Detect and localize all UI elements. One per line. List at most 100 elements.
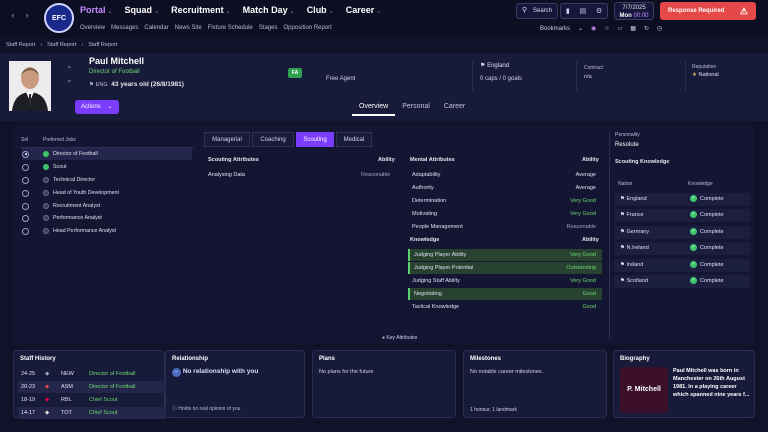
breadcrumb-item[interactable]: Staff Report (47, 42, 76, 48)
clock-icon[interactable]: ◷ (657, 25, 662, 32)
back-icon[interactable]: ‹ (6, 8, 20, 22)
nation-col-header: Nation (618, 181, 633, 187)
biography-title[interactable]: Biography (620, 356, 650, 362)
job-row-performance-analyst[interactable]: Performance Analyst (22, 212, 192, 224)
trophy-icon[interactable]: ☆ (604, 25, 609, 32)
nation-row[interactable]: ⚑ N.Ireland ✓ Complete (614, 242, 750, 255)
history-years: 20-23 (21, 384, 36, 390)
building-icon[interactable]: ▦ (630, 25, 636, 32)
date-display[interactable]: 7/7/2025 Mon 00:00 (614, 2, 654, 20)
job-row-head-performance-analyst[interactable]: Head Performance Analyst (22, 225, 192, 237)
menu-label: Club (306, 5, 327, 15)
response-required-button[interactable]: Response Required ⚠ (660, 2, 756, 20)
menu-squad[interactable]: Squad ⌄ (125, 5, 160, 15)
submenu-messages[interactable]: Messages (111, 25, 138, 31)
milestones-title[interactable]: Milestones (470, 356, 501, 362)
history-row[interactable]: 14-17 ◆ TOT Chief Scout (18, 407, 166, 419)
radio[interactable] (22, 176, 29, 184)
nation-row[interactable]: ⚑ Ireland ✓ Complete (614, 259, 750, 272)
submenu-news-site[interactable]: News Site (175, 25, 202, 31)
tab-medical[interactable]: Medical (336, 132, 372, 147)
tab-personal[interactable]: Personal (395, 103, 437, 116)
chevron-down-icon[interactable]: ⌄ (66, 75, 73, 84)
history-role: Chief Scout (89, 397, 118, 403)
club-crest[interactable]: EFC (44, 3, 74, 33)
menu-career[interactable]: Career ⌄ (346, 5, 382, 15)
shirt-icon[interactable]: ▱ (618, 25, 623, 32)
flag-icon: ⚑ (620, 229, 625, 235)
scouting-attributes-header: Scouting Attributes (208, 157, 259, 163)
radio[interactable] (22, 163, 29, 171)
job-row-scout[interactable]: Scout (22, 161, 192, 173)
check-icon: ✓ (690, 195, 697, 203)
plans-title[interactable]: Plans (319, 356, 335, 362)
inbox-icon[interactable]: ▤ (579, 7, 586, 15)
staff-history-title[interactable]: Staff History (20, 356, 56, 362)
gear-icon[interactable]: ⚙ (596, 7, 602, 15)
chat-icon[interactable]: ◉ (591, 25, 596, 32)
attribute-row: Adaptability Average (408, 169, 602, 181)
nation-row[interactable]: ⚑ England ✓ Complete (614, 193, 750, 206)
nation-row[interactable]: ⚑ Scotland ✓ Complete (614, 275, 750, 288)
radio[interactable] (22, 214, 29, 222)
mental-attributes-header: Mental Attributes (410, 157, 455, 163)
refresh-icon[interactable]: ↻ (644, 25, 649, 32)
submenu-overview[interactable]: Overview (80, 25, 105, 31)
job-icon (43, 203, 49, 209)
job-row-technical-director[interactable]: Technical Director (22, 174, 192, 186)
relationship-panel: Relationship − No relationship with you … (165, 350, 305, 418)
breadcrumb-item[interactable]: Staff Report (6, 42, 35, 48)
bookmarks-label[interactable]: Bookmarks (540, 26, 570, 32)
tab-scouting[interactable]: Scouting (296, 132, 334, 147)
submenu-opposition-report[interactable]: Opposition Report (283, 25, 331, 31)
attribute-row-key: Negotiating Good (408, 288, 602, 300)
radio[interactable] (22, 189, 29, 197)
tab-overview[interactable]: Overview (352, 103, 396, 116)
radio-selected[interactable] (22, 150, 29, 158)
time-text: 00:00 (633, 13, 649, 19)
chevron-down-icon[interactable]: ⌄ (578, 25, 583, 32)
nation-row[interactable]: ⚑ Germany ✓ Complete (614, 226, 750, 239)
menu-club[interactable]: Club ⌄ (307, 5, 334, 15)
submenu-stages[interactable]: Stages (259, 25, 278, 31)
submenu-calendar[interactable]: Calendar (144, 25, 168, 31)
history-row[interactable]: 20-23 ◆ ASM Director of Football (18, 381, 166, 393)
submenu-fixture-schedule[interactable]: Fixture Schedule (208, 25, 253, 31)
tab-coaching[interactable]: Coaching (252, 132, 294, 147)
job-row-director-of-football[interactable]: Director of Football (22, 148, 192, 160)
jobs-col-sel: Sel (21, 137, 29, 143)
tab-managerial[interactable]: Managerial (204, 132, 250, 147)
relationship-title[interactable]: Relationship (172, 356, 208, 362)
history-row[interactable]: 24-25 ◆ NEW Director of Football (18, 368, 166, 380)
tab-career[interactable]: Career (437, 103, 472, 116)
actions-button[interactable]: Actions ⌄ (75, 100, 119, 114)
status-text: Complete (700, 278, 724, 284)
job-icon (43, 151, 49, 157)
forward-icon[interactable]: › (20, 8, 34, 22)
radio[interactable] (22, 202, 29, 210)
bookmark-icon[interactable]: ▮ (566, 7, 570, 15)
nation-row[interactable]: ⚑ France ✓ Complete (614, 209, 750, 222)
menu-portal[interactable]: Portal ⌄ (80, 5, 113, 15)
star-icon: ★ (692, 72, 697, 78)
history-role: Director of Football (89, 371, 136, 377)
attribute-name: Determination (412, 198, 447, 204)
breadcrumb-item[interactable]: Staff Report (88, 42, 117, 48)
history-row[interactable]: 18-19 ◆ RBL Chief Scout (18, 394, 166, 406)
status-text: Complete (700, 245, 724, 251)
menu-recruitment[interactable]: Recruitment ⌄ (171, 5, 231, 15)
international-team-label: England (487, 63, 510, 69)
search-button[interactable]: ⚲ Search (516, 3, 558, 19)
reputation-text: National (698, 72, 719, 78)
chevron-up-icon[interactable]: ⌃ (66, 65, 73, 74)
radio[interactable] (22, 227, 29, 235)
job-label: Head of Youth Development (53, 190, 119, 196)
sub-menu: Overview Messages Calendar News Site Fix… (80, 25, 332, 31)
staff-history-panel: Staff History 24-25 ◆ NEW Director of Footb… (13, 350, 166, 419)
main-menu: Portal ⌄ Squad ⌄ Recruitment ⌄ Match Day ⌄ C… (80, 5, 381, 15)
attribute-value: Outstanding (566, 265, 596, 271)
job-row-recruitment-analyst[interactable]: Recruitment Analyst (22, 200, 192, 212)
job-label: Head Performance Analyst (53, 228, 117, 234)
menu-match-day[interactable]: Match Day ⌄ (243, 5, 295, 15)
job-row-head-of-youth[interactable]: Head of Youth Development (22, 187, 192, 199)
